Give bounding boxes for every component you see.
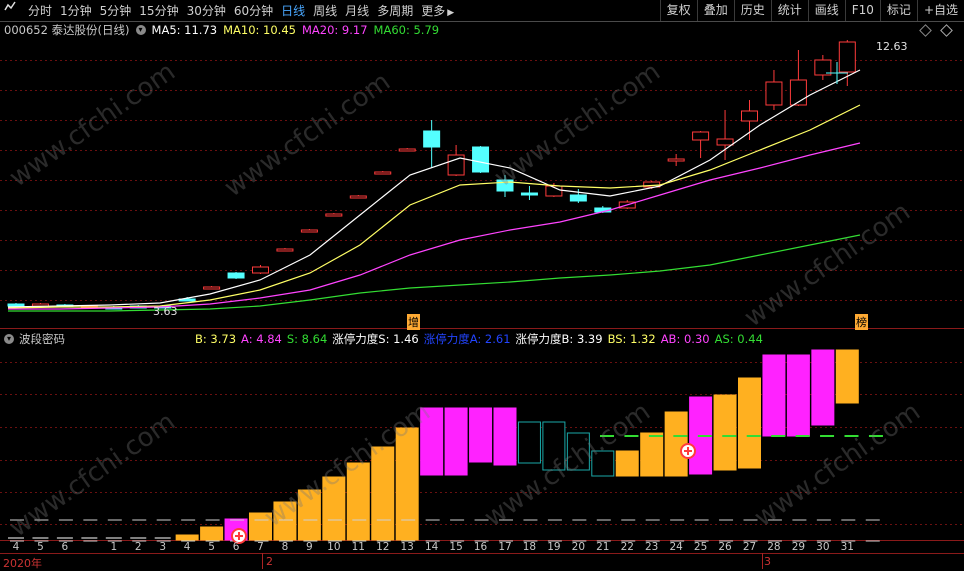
indicator-info-bar: ▾ 波段密码 B: 3.73 A: 4.84 S: 8.64 涨停力度S: 1.… bbox=[4, 331, 768, 347]
candle-body bbox=[667, 158, 685, 162]
x-tick-label: 18 bbox=[522, 541, 537, 553]
indicator-bar bbox=[811, 349, 835, 426]
candle-body bbox=[7, 303, 25, 307]
circle-menu-icon[interactable]: ▾ bbox=[135, 25, 146, 35]
x-tick-label: 15 bbox=[449, 541, 463, 553]
candle-body bbox=[520, 192, 538, 196]
indicator-bar bbox=[200, 526, 224, 541]
indicator-bar bbox=[762, 354, 786, 437]
ma60-line bbox=[8, 234, 861, 312]
indicator-zt-b: 涨停力度B: 3.39 bbox=[515, 332, 603, 346]
candle-body bbox=[838, 41, 856, 73]
indicator-bar bbox=[835, 349, 859, 404]
x-tick-label: 17 bbox=[498, 541, 512, 553]
x-tick-label: 9 bbox=[306, 541, 313, 553]
x-tick-label: 13 bbox=[400, 541, 414, 553]
x-tick-label: 27 bbox=[742, 541, 757, 553]
x-tick-label: 25 bbox=[693, 541, 708, 553]
x-tick-label: 19 bbox=[547, 541, 561, 553]
candle-body bbox=[349, 195, 367, 199]
candle-body bbox=[276, 248, 294, 252]
indicator-as: AS: 0.44 bbox=[714, 332, 763, 346]
x-tick-label: 5 bbox=[37, 541, 44, 553]
ma60-value: MA60: 5.79 bbox=[373, 23, 440, 37]
x-tick-label: 16 bbox=[473, 541, 488, 553]
x-tick-label: 4 bbox=[12, 541, 20, 553]
month-label-feb: 2 bbox=[266, 555, 273, 568]
x-tick-label: 24 bbox=[669, 541, 683, 553]
candle-body bbox=[472, 146, 490, 173]
indicator-bs: BS: 1.32 bbox=[607, 332, 656, 346]
indicator-zt-s: 涨停力度S: 1.46 bbox=[332, 332, 419, 346]
candle-body bbox=[569, 194, 587, 202]
indicator-bar bbox=[786, 354, 810, 437]
indicator-bar bbox=[615, 450, 639, 477]
indicator-name: 波段密码 bbox=[19, 332, 65, 346]
x-tick-label: 10 bbox=[327, 541, 341, 553]
x-tick-label: 8 bbox=[281, 541, 289, 553]
candle-body bbox=[325, 213, 343, 217]
candle-body bbox=[398, 148, 416, 152]
candle-body bbox=[765, 81, 783, 106]
ma10-value: MA10: 10.45 bbox=[223, 23, 296, 37]
candle-body bbox=[227, 272, 245, 279]
x-tick-label: 12 bbox=[376, 541, 390, 553]
indicator-s: S: 8.64 bbox=[286, 332, 328, 346]
candle-body bbox=[374, 171, 392, 175]
indicator-bar bbox=[444, 407, 468, 476]
indicator-bar bbox=[175, 534, 199, 541]
candle-body bbox=[716, 138, 734, 146]
x-tick-label: 6 bbox=[61, 541, 69, 553]
candle-body bbox=[423, 130, 441, 148]
candle-body bbox=[789, 79, 807, 106]
x-tick-label: 14 bbox=[424, 541, 439, 553]
event-marker-bang[interactable]: 榜 bbox=[855, 314, 868, 330]
indicator-b: B: 3.73 bbox=[195, 332, 237, 346]
x-tick-label: 2 bbox=[134, 541, 142, 553]
x-tick-label: 1 bbox=[110, 541, 118, 553]
candle-body bbox=[203, 286, 221, 290]
indicator-bar bbox=[640, 432, 664, 477]
indicator-ab: AB: 0.30 bbox=[660, 332, 710, 346]
x-tick-label: 28 bbox=[767, 541, 781, 553]
x-tick-label: 22 bbox=[620, 541, 634, 553]
x-tick-label: 29 bbox=[791, 541, 806, 553]
x-tick-label: 3 bbox=[159, 541, 167, 553]
low-price-label: 3.63 bbox=[153, 305, 178, 318]
high-price-label: 12.63 bbox=[876, 40, 908, 53]
circle-menu-icon[interactable]: ▾ bbox=[4, 334, 14, 344]
indicator-bar bbox=[469, 407, 493, 463]
event-marker-zeng[interactable]: 增 bbox=[407, 314, 420, 330]
ma20-value: MA20: 9.17 bbox=[301, 23, 368, 37]
month-label-mar: 3 bbox=[764, 555, 771, 568]
candle-body bbox=[741, 110, 758, 122]
indicator-bar bbox=[664, 411, 688, 477]
x-tick-label: 4 bbox=[183, 541, 191, 553]
stock-title: 000652 泰达股份(日线) bbox=[4, 23, 130, 37]
x-tick-label: 11 bbox=[351, 541, 365, 553]
month-axis: 2020年 2 3 bbox=[0, 555, 964, 570]
candle-body bbox=[252, 266, 269, 274]
ma20-line bbox=[8, 142, 861, 310]
x-tick-label: 20 bbox=[571, 541, 586, 553]
candle-body bbox=[300, 229, 318, 233]
x-tick-label: 7 bbox=[257, 541, 264, 553]
ma5-value: MA5: 11.73 bbox=[151, 23, 218, 37]
x-tick-label: 26 bbox=[718, 541, 732, 553]
indicator-bar bbox=[493, 407, 517, 466]
indicator-zt-a: 涨停力度A: 2.61 bbox=[423, 332, 511, 346]
x-tick-label: 21 bbox=[596, 541, 610, 553]
indicator-a: A: 4.84 bbox=[241, 332, 282, 346]
indicator-bar bbox=[517, 421, 541, 464]
indicator-bar bbox=[713, 394, 737, 471]
indicator-bar bbox=[738, 377, 761, 469]
x-tick-label: 23 bbox=[645, 541, 659, 553]
x-tick-label: 6 bbox=[232, 541, 240, 553]
x-tick-label: 30 bbox=[816, 541, 830, 553]
price-info-bar: 000652 泰达股份(日线) ▾ MA5: 11.73 MA10: 10.45… bbox=[4, 22, 445, 38]
x-tick-label: 5 bbox=[208, 541, 215, 553]
candle-body bbox=[692, 131, 710, 141]
x-tick-label: 31 bbox=[840, 541, 854, 553]
